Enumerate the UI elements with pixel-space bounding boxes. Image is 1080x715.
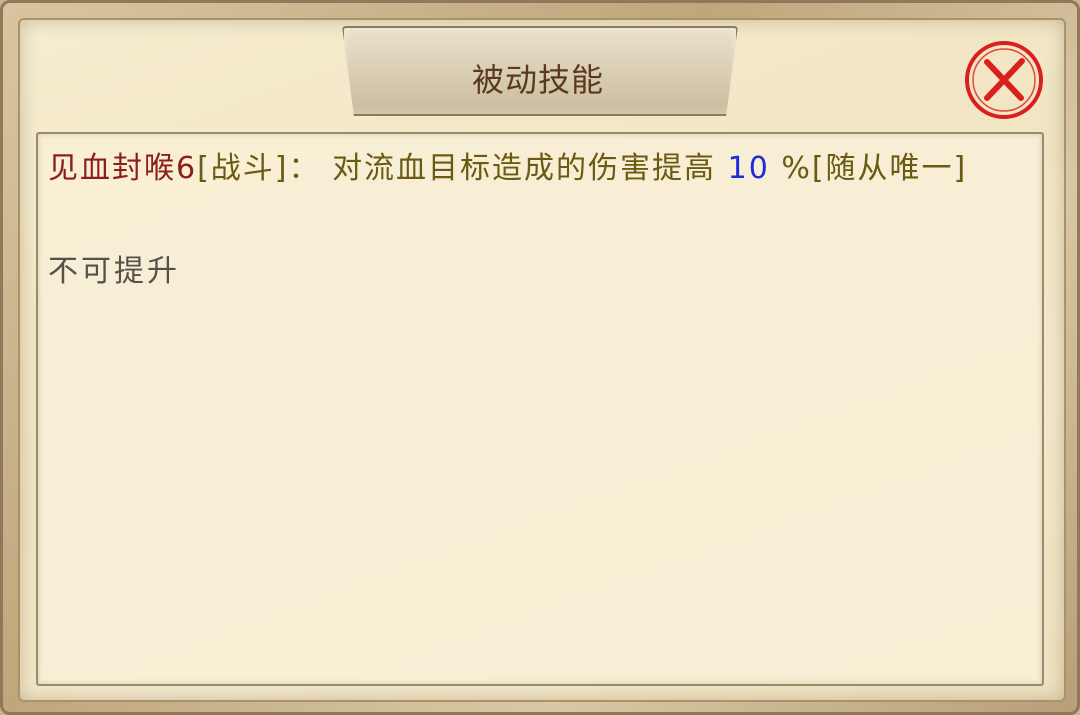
upgrade-status: 不可提升 xyxy=(48,254,180,289)
skill-effect-text: 对流血目标造成的伤害提高 xyxy=(332,151,717,186)
close-x-icon xyxy=(965,41,1043,119)
close-button[interactable] xyxy=(962,40,1046,122)
skill-name: 见血封喉6 xyxy=(48,151,198,186)
skill-separator: ： xyxy=(288,151,321,186)
skill-description: 见血封喉6[战斗]： 对流血目标造成的伤害提高 10 %[随从唯一] xyxy=(48,146,1023,192)
skill-description-panel xyxy=(36,132,1044,686)
skill-tag: [战斗] xyxy=(197,151,289,186)
skill-effect-suffix: %[随从唯一] xyxy=(781,151,968,186)
skill-value: 10 xyxy=(727,151,770,186)
dialog-title: 被动技能 xyxy=(471,61,604,99)
